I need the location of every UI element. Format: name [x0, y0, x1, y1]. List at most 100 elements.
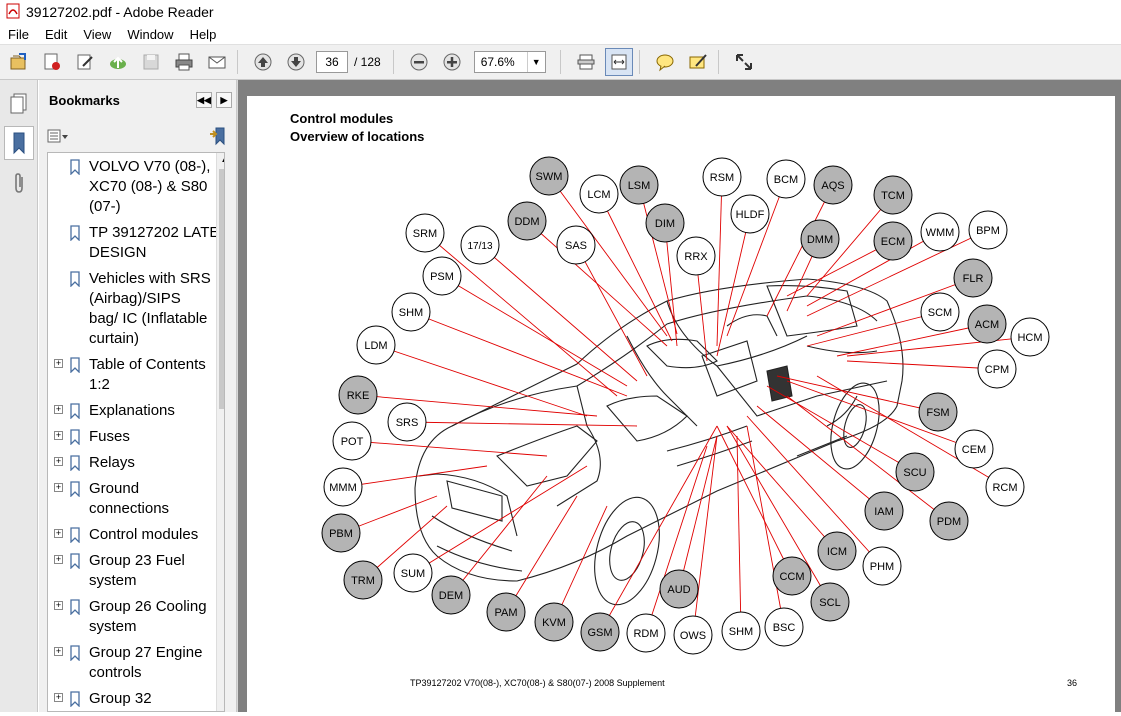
module-label: GSM — [587, 627, 612, 639]
upload-button[interactable] — [104, 48, 132, 76]
module-marker: HLDF — [730, 194, 770, 234]
menu-help[interactable]: Help — [182, 27, 225, 42]
bookmark-item[interactable]: + Explanations — [48, 401, 224, 421]
bookmark-item[interactable]: + Ground connections — [48, 479, 224, 519]
bookmark-label-line: (Airbag)/SIPS — [89, 290, 181, 307]
edit-button[interactable] — [71, 48, 99, 76]
zoom-select[interactable]: 67.6% ▼ — [473, 51, 546, 73]
expand-plus-icon[interactable]: + — [54, 693, 63, 702]
print-button[interactable] — [170, 48, 198, 76]
module-label: SCU — [903, 467, 926, 479]
module-label: AQS — [821, 180, 844, 192]
bookmark-item[interactable]: + Group 26 Cooling system — [48, 597, 224, 637]
module-marker: ACM — [967, 304, 1007, 344]
bookmark-item[interactable]: + Group 23 Fuel system — [48, 551, 224, 591]
leader-line — [716, 425, 793, 577]
expand-plus-icon[interactable]: + — [54, 359, 63, 368]
email-button[interactable] — [203, 48, 231, 76]
save-button[interactable] — [137, 48, 165, 76]
bookmarks-panel: Bookmarks ◀◀ ▶ VOLVO V70 (08-), XC70 (08-… — [39, 80, 237, 712]
module-label: ICM — [827, 546, 847, 558]
toolbar-separator — [559, 50, 561, 74]
module-marker: CCM — [772, 556, 812, 596]
leader-line — [726, 425, 838, 552]
bookmark-item[interactable]: + Control modules — [48, 525, 224, 545]
expand-plus-icon[interactable]: + — [54, 483, 63, 492]
bookmarks-header: Bookmarks ◀◀ ▶ — [39, 80, 236, 120]
module-label: SHM — [399, 307, 423, 319]
chevron-down-icon[interactable]: ▼ — [526, 52, 545, 72]
scrollbar-thumb[interactable] — [219, 169, 224, 409]
zoom-out-button[interactable] — [405, 48, 433, 76]
edit-icon — [77, 54, 93, 70]
expand-plus-icon[interactable]: + — [54, 405, 63, 414]
fit-page-button[interactable] — [572, 48, 600, 76]
module-marker: SRS — [387, 402, 427, 442]
zoom-in-button[interactable] — [438, 48, 466, 76]
next-page-button[interactable] — [282, 48, 310, 76]
page-thumbnails-button[interactable] — [4, 86, 34, 120]
module-label: CPM — [985, 364, 1009, 376]
menu-window[interactable]: Window — [119, 27, 181, 42]
module-label: SCL — [819, 597, 840, 609]
menu-view[interactable]: View — [75, 27, 119, 42]
bookmark-search-icon — [210, 127, 225, 146]
expand-plus-icon[interactable]: + — [54, 555, 63, 564]
bookmark-item[interactable]: TP 39127202 LATE DESIGN — [48, 223, 224, 263]
bookmark-item[interactable]: + Group 27 Engine controls — [48, 643, 224, 683]
page-number-input[interactable]: 36 — [316, 51, 348, 73]
module-label: HLDF — [736, 209, 765, 221]
leader-line — [716, 176, 723, 347]
menu-edit[interactable]: Edit — [37, 27, 75, 42]
module-marker: IAM — [864, 491, 904, 531]
bookmark-item[interactable]: VOLVO V70 (08-), XC70 (08-) & S80 (07-) — [48, 157, 224, 217]
full-screen-button[interactable] — [730, 48, 758, 76]
module-marker: SHM — [721, 611, 761, 651]
module-marker: FLR — [953, 258, 993, 298]
previous-page-button[interactable] — [249, 48, 277, 76]
scroll-up-icon[interactable]: ▲ — [217, 153, 224, 167]
module-label: PSM — [430, 271, 454, 283]
create-pdf-button[interactable] — [38, 48, 66, 76]
page-footer-number: 36 — [1067, 678, 1078, 688]
menu-file[interactable]: File — [0, 27, 37, 42]
plus-icon — [443, 53, 461, 71]
expand-plus-icon[interactable]: + — [54, 431, 63, 440]
fit-width-button[interactable] — [604, 48, 633, 76]
bookmarks-tab-button[interactable] — [4, 126, 34, 160]
leader-line — [746, 425, 785, 628]
expand-bookmark-button[interactable] — [208, 126, 228, 151]
bookmark-item[interactable]: + Fuses — [48, 427, 224, 447]
bookmarks-scrollbar[interactable]: ▲ — [216, 153, 224, 711]
comment-button[interactable] — [651, 48, 679, 76]
module-label: KVM — [542, 617, 566, 629]
expand-plus-icon[interactable]: + — [54, 601, 63, 610]
expand-plus-icon[interactable]: + — [54, 529, 63, 538]
paperclip-icon — [15, 173, 23, 193]
module-label: SRM — [413, 228, 437, 240]
attachments-button[interactable] — [4, 166, 34, 200]
module-label: LCM — [587, 189, 610, 201]
highlight-button[interactable] — [684, 48, 712, 76]
expand-plus-icon[interactable]: + — [54, 457, 63, 466]
module-marker: SCM — [920, 292, 960, 332]
bookmark-label-line: Group 27 Engine — [89, 644, 203, 661]
bookmark-item[interactable]: + Relays — [48, 453, 224, 473]
double-chevron-left-icon: ◀◀ — [197, 94, 211, 105]
bookmark-label-line: Explanations — [89, 402, 175, 419]
bookmark-item[interactable]: + Table of Contents 1:2 — [48, 355, 224, 395]
open-button[interactable] — [5, 48, 33, 76]
comment-icon — [656, 54, 674, 72]
bookmark-item[interactable]: Vehicles with SRS (Airbag)/SIPS bag/ IC (I… — [48, 269, 224, 349]
print-icon — [175, 53, 193, 71]
bookmark-icon — [69, 481, 81, 503]
collapse-panel-button[interactable]: ◀◀ — [196, 92, 212, 108]
bookmark-item[interactable]: + Group 32 — [48, 689, 224, 709]
arrow-up-icon — [254, 53, 272, 71]
module-marker: PBM — [321, 513, 361, 553]
pdf-file-icon — [6, 3, 20, 22]
options-menu-button[interactable] — [47, 128, 69, 144]
hide-panel-button[interactable]: ▶ — [216, 92, 232, 108]
module-label: PAM — [494, 607, 517, 619]
expand-plus-icon[interactable]: + — [54, 647, 63, 656]
